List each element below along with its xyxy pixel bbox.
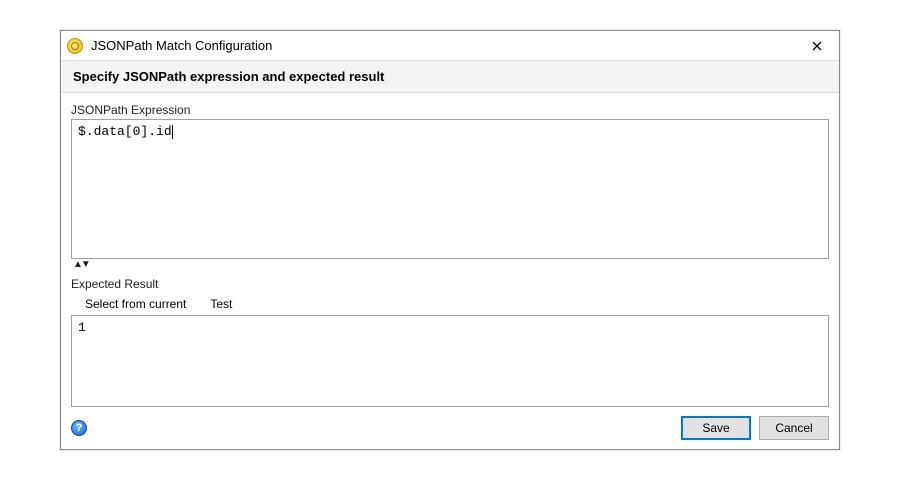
dialog-footer: ? Save Cancel — [61, 407, 839, 449]
expression-text: $.data[0].id — [78, 124, 172, 139]
expected-result-text: 1 — [78, 320, 86, 335]
expression-label: JSONPath Expression — [71, 103, 829, 117]
app-icon — [67, 38, 83, 54]
caret-down-icon: ▼ — [81, 259, 89, 271]
help-button[interactable]: ? — [71, 420, 87, 436]
expected-result-label: Expected Result — [71, 277, 829, 291]
close-icon — [812, 41, 822, 51]
test-link[interactable]: Test — [210, 297, 232, 311]
close-button[interactable] — [801, 34, 833, 58]
dialog-title: JSONPath Match Configuration — [91, 38, 272, 53]
resize-handle[interactable]: ▲▼ — [71, 259, 829, 273]
text-cursor — [172, 125, 173, 139]
help-icon: ? — [76, 422, 83, 434]
cancel-button[interactable]: Cancel — [759, 416, 829, 440]
save-button[interactable]: Save — [681, 416, 751, 440]
dialog-body: JSONPath Expression $.data[0].id ▲▼ Expe… — [61, 93, 839, 407]
subheader: Specify JSONPath expression and expected… — [61, 61, 839, 93]
jsonpath-match-dialog: JSONPath Match Configuration Specify JSO… — [60, 30, 840, 450]
titlebar: JSONPath Match Configuration — [61, 31, 839, 61]
expected-result-input[interactable]: 1 — [71, 315, 829, 407]
caret-up-icon: ▲ — [73, 259, 81, 271]
expected-toolbar: Select from current Test — [71, 293, 829, 315]
select-from-current-link[interactable]: Select from current — [85, 297, 186, 311]
jsonpath-expression-input[interactable]: $.data[0].id — [71, 119, 829, 259]
